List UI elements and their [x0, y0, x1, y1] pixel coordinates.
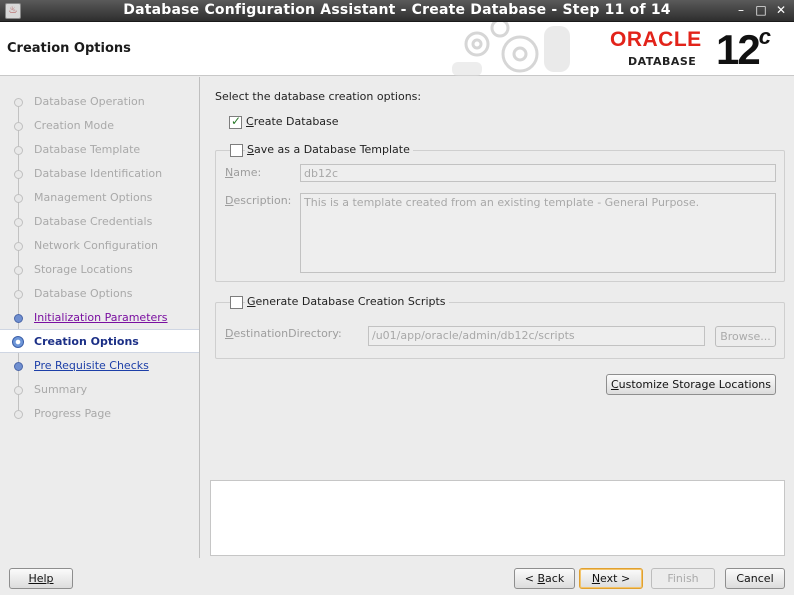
- step-creation-mode: Creation Mode: [0, 114, 199, 138]
- gears-decoration-icon: [452, 22, 570, 76]
- step-dot-icon: [14, 98, 23, 107]
- generate-scripts-label[interactable]: Generate Database Creation Scripts: [245, 295, 449, 308]
- save-template-label[interactable]: Save as a Database Template: [245, 143, 413, 156]
- step-database-template: Database Template: [0, 138, 199, 162]
- button-bar: Help < Back Next > Finish Cancel: [0, 558, 794, 595]
- step-storage-locations: Storage Locations: [0, 258, 199, 282]
- back-button[interactable]: < Back: [514, 568, 575, 589]
- template-name-label: Name:: [225, 166, 262, 179]
- save-template-checkbox[interactable]: [230, 144, 243, 157]
- step-database-identification: Database Identification: [0, 162, 199, 186]
- destination-directory-label: DestinationDirectory:: [225, 327, 342, 340]
- help-button[interactable]: Help: [9, 568, 73, 589]
- page-header: Creation Options ORACLE DATABASE 12c: [0, 22, 794, 76]
- maximize-icon[interactable]: □: [754, 3, 768, 17]
- step-dot-icon: [14, 410, 23, 419]
- close-icon[interactable]: ✕: [774, 3, 788, 17]
- step-dot-icon: [14, 146, 23, 155]
- destination-directory-field[interactable]: /u01/app/oracle/admin/db12c/scripts: [368, 326, 705, 346]
- minimize-icon[interactable]: –: [734, 3, 748, 17]
- version-logo: 12c: [716, 24, 771, 73]
- window-title: Database Configuration Assistant - Creat…: [123, 2, 671, 18]
- step-dot-icon: [14, 386, 23, 395]
- step-dot-icon: [14, 218, 23, 227]
- step-dot-icon: [14, 242, 23, 251]
- template-name-field[interactable]: db12c: [300, 164, 776, 182]
- step-dot-icon: [14, 266, 23, 275]
- step-database-credentials: Database Credentials: [0, 210, 199, 234]
- customize-storage-locations-button[interactable]: Customize Storage Locations: [606, 374, 776, 395]
- step-summary: Summary: [0, 378, 199, 402]
- oracle-logo-subtitle: DATABASE: [628, 55, 697, 68]
- message-panel: [210, 480, 785, 556]
- next-button[interactable]: Next >: [579, 568, 643, 589]
- step-dot-icon: [14, 314, 23, 323]
- current-step-icon: [12, 336, 24, 348]
- finish-button[interactable]: Finish: [651, 568, 715, 589]
- create-database-label[interactable]: Create Database: [246, 115, 339, 128]
- intro-text: Select the database creation options:: [215, 90, 422, 103]
- steps-sidebar: Database Operation Creation Mode Databas…: [0, 77, 200, 558]
- step-network-configuration: Network Configuration: [0, 234, 199, 258]
- step-dot-icon: [14, 122, 23, 131]
- cancel-button[interactable]: Cancel: [725, 568, 785, 589]
- step-dot-icon: [14, 170, 23, 179]
- step-initialization-parameters[interactable]: Initialization Parameters: [0, 306, 199, 330]
- window-titlebar[interactable]: ♨ Database Configuration Assistant - Cre…: [0, 0, 794, 22]
- step-database-operation: Database Operation: [0, 90, 199, 114]
- step-dot-icon: [14, 362, 23, 371]
- template-description-label: Description:: [225, 194, 292, 207]
- step-database-options: Database Options: [0, 282, 199, 306]
- step-dot-icon: [14, 290, 23, 299]
- step-pre-requisite-checks[interactable]: Pre Requisite Checks: [0, 354, 199, 378]
- main-panel: Select the database creation options: Cr…: [201, 77, 794, 558]
- browse-button[interactable]: Browse...: [715, 326, 776, 347]
- step-management-options: Management Options: [0, 186, 199, 210]
- template-description-field[interactable]: This is a template created from an exist…: [300, 193, 776, 273]
- step-dot-icon: [14, 194, 23, 203]
- generate-scripts-checkbox[interactable]: [230, 296, 243, 309]
- create-database-checkbox[interactable]: [229, 114, 242, 129]
- step-creation-options: Creation Options: [0, 329, 199, 353]
- oracle-logo: ORACLE: [610, 28, 702, 51]
- page-title: Creation Options: [7, 41, 131, 56]
- step-progress-page: Progress Page: [0, 402, 199, 426]
